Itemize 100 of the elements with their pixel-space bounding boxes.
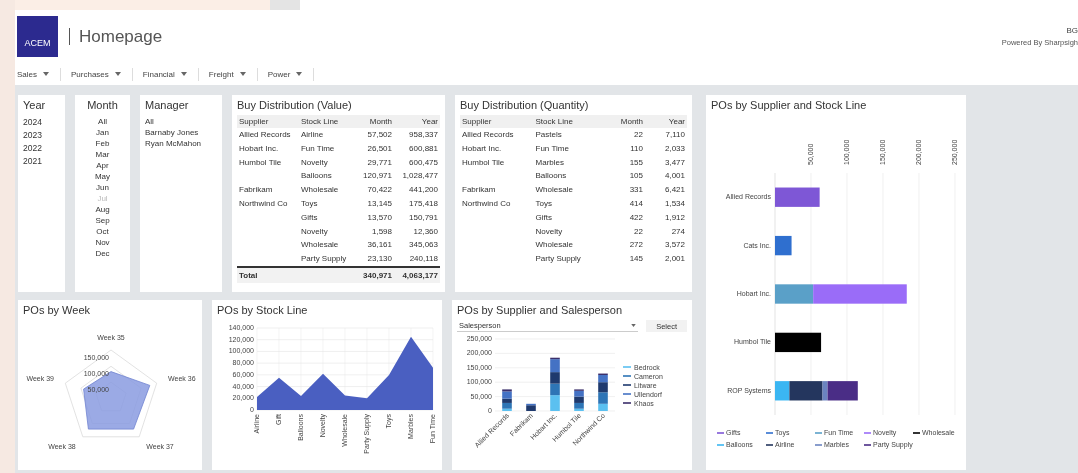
column-header[interactable]: Supplier <box>460 115 534 128</box>
table-cell-text: 7,110 <box>664 129 686 141</box>
table-cell-text: 274 <box>670 225 686 238</box>
table-cell-text: 1,534 <box>663 198 686 210</box>
nav-menu[interactable]: Purchases <box>71 67 133 81</box>
slicer-item[interactable]: Dec <box>95 248 110 259</box>
table-cell-text: 36,161 <box>366 239 393 252</box>
slicer-item[interactable]: Apr <box>96 160 109 171</box>
table-title: Buy Distribution (Quantity) <box>460 99 590 111</box>
table-cell-text: Toys <box>534 198 553 210</box>
slicer-item[interactable]: Jan <box>96 127 109 138</box>
table-cell-text: 2,033 <box>663 142 686 155</box>
table-cell-text: 422 <box>628 211 644 224</box>
table-cell-text: 4,001 <box>663 170 686 183</box>
column-header[interactable]: Supplier <box>237 115 299 128</box>
table-cell-text: Fun Time <box>534 142 570 155</box>
table-cell-text: Party Supply <box>299 253 348 266</box>
slicer-title: Month <box>87 99 118 111</box>
slicer-item[interactable]: Sep <box>95 215 110 226</box>
column-header[interactable]: Month <box>354 115 394 128</box>
table-title: Buy Distribution (Value) <box>237 99 353 111</box>
slicer-item[interactable]: All <box>145 116 154 127</box>
table-cell-text: 240,118 <box>408 253 439 266</box>
table-cell-text: 175,418 <box>408 198 439 210</box>
slicer-item[interactable]: Jun <box>96 182 109 193</box>
slicer-item[interactable]: Aug <box>95 204 110 215</box>
column-header[interactable]: Month <box>600 115 645 128</box>
table-cell-text: Wholesale <box>534 184 574 197</box>
table-cell-text: 12,360 <box>412 225 439 238</box>
table-cell-text: 272 <box>628 239 644 252</box>
table-cell-text: 600,475 <box>408 156 439 169</box>
slicer-item[interactable]: 2023 <box>23 129 42 142</box>
column-header[interactable]: Stock Line <box>533 115 601 128</box>
slicer-item[interactable]: Oct <box>96 226 109 237</box>
table-cell-text: Hobart Inc. <box>461 142 503 155</box>
table-cell-text: 23,130 <box>366 253 393 266</box>
slicer-item[interactable]: 2022 <box>23 142 42 155</box>
table-cell-text: 1,912 <box>663 211 686 224</box>
table-cell-text: 70,422 <box>366 184 393 197</box>
table-cell-text: 414 <box>628 198 644 210</box>
bar-segment <box>550 383 560 396</box>
table-cell-text: Humbol Tile <box>238 156 283 169</box>
column-header[interactable]: Year <box>394 115 440 128</box>
table-cell-text: 441,200 <box>408 184 439 197</box>
table-cell-text: Fabrikam <box>238 184 274 197</box>
column-header[interactable]: Stock Line <box>298 115 355 128</box>
nav-menu[interactable]: Freight <box>208 67 258 81</box>
table-cell-text: Northwind Co <box>238 198 289 210</box>
table-cell-text: 345,063 <box>408 239 439 252</box>
table-cell-text: Fun Time <box>299 142 336 155</box>
table-cell-text: Allied Records <box>238 129 292 141</box>
table-cell-text: 13,570 <box>366 211 393 224</box>
caret-icon <box>114 72 121 76</box>
table-cell-text: Gifts <box>299 211 319 224</box>
table-cell-text: 26,501 <box>366 142 393 155</box>
page-title: Homepage <box>69 28 163 45</box>
caret-icon <box>239 72 246 76</box>
table-cell-text: 600,881 <box>408 142 439 155</box>
table-cell-text: Novelty <box>299 156 329 169</box>
nav-menu[interactable]: Power <box>267 67 315 81</box>
caret-icon <box>180 72 187 76</box>
slicer-item[interactable]: Ryan McMahon <box>145 138 202 149</box>
table-cell-text: Allied Records <box>461 129 515 141</box>
table-cell-text: 105 <box>628 170 644 183</box>
total-cell-text: 340,971 <box>362 269 393 282</box>
table-cell-text: Northwind Co <box>461 198 512 210</box>
chart-title: POs by Supplier and Stock Line <box>711 99 868 111</box>
slicer-item[interactable]: All <box>98 116 107 127</box>
slicer-item[interactable]: 2024 <box>23 116 42 129</box>
caret-icon <box>43 72 49 76</box>
bar-segment <box>775 235 792 256</box>
slicer-title: Year <box>23 99 46 111</box>
table-cell-text: 1,028,477 <box>401 170 439 183</box>
slicer-item[interactable]: Nov <box>95 237 110 248</box>
bar-segment <box>775 332 822 353</box>
table-cell-text: Balloons <box>299 170 333 183</box>
table-cell-text: 150,791 <box>408 211 439 224</box>
table-cell-text: 331 <box>628 184 644 197</box>
column-header[interactable]: Year <box>645 115 687 128</box>
chart-title: POs by Stock Line <box>217 304 309 316</box>
table-cell-text: Party Supply <box>534 253 582 266</box>
caret-icon <box>296 72 303 76</box>
table-cell-text: Pastels <box>534 129 563 141</box>
slicer-item[interactable]: Mar <box>95 149 110 160</box>
table-cell-text: Airline <box>299 129 325 141</box>
nav-menu[interactable]: Financial <box>142 67 199 81</box>
table-cell-text: Balloons <box>534 170 568 183</box>
slicer-item[interactable]: Barnaby Jones <box>145 127 199 138</box>
table-cell-text: Novelty <box>299 225 329 238</box>
slicer-item[interactable]: Feb <box>95 138 110 149</box>
chart-title: POs by Week <box>23 304 92 316</box>
table-cell-text: Hobart Inc. <box>238 142 280 155</box>
slicer-title: Manager <box>145 99 189 111</box>
bar-segment <box>775 187 820 207</box>
slicer-item[interactable]: May <box>94 171 111 182</box>
slicer-item[interactable]: 2021 <box>23 155 42 168</box>
nav-menu[interactable]: Sales <box>17 67 61 81</box>
table-cell-text: 958,337 <box>408 129 439 141</box>
table-cell-text: Marbles <box>534 156 565 169</box>
user-initials[interactable]: BG <box>1066 26 1078 35</box>
